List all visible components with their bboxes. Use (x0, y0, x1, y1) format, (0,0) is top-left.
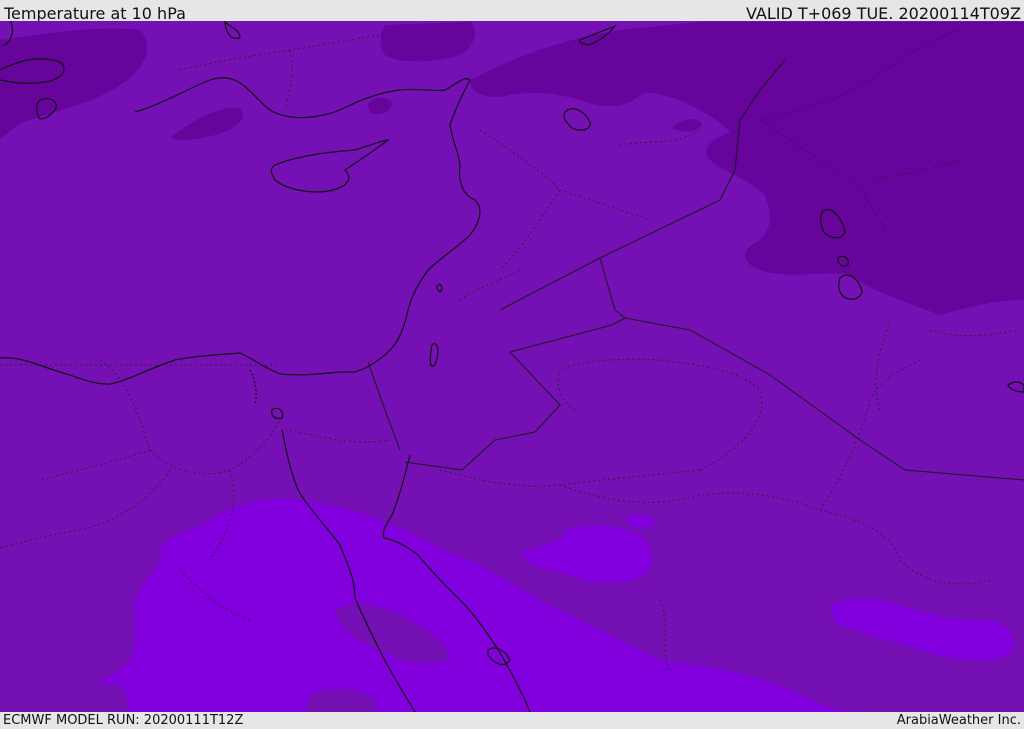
map-canvas (0, 21, 1024, 712)
credit-label: ArabiaWeather Inc. (896, 713, 1021, 728)
footer-bar: ECMWF MODEL RUN: 20200111T12Z ArabiaWeat… (0, 712, 1024, 729)
header-bar: Temperature at 10 hPa VALID T+069 TUE. 2… (0, 0, 1024, 23)
temperature-map (0, 21, 1024, 712)
model-run-label: ECMWF MODEL RUN: 20200111T12Z (3, 713, 244, 728)
